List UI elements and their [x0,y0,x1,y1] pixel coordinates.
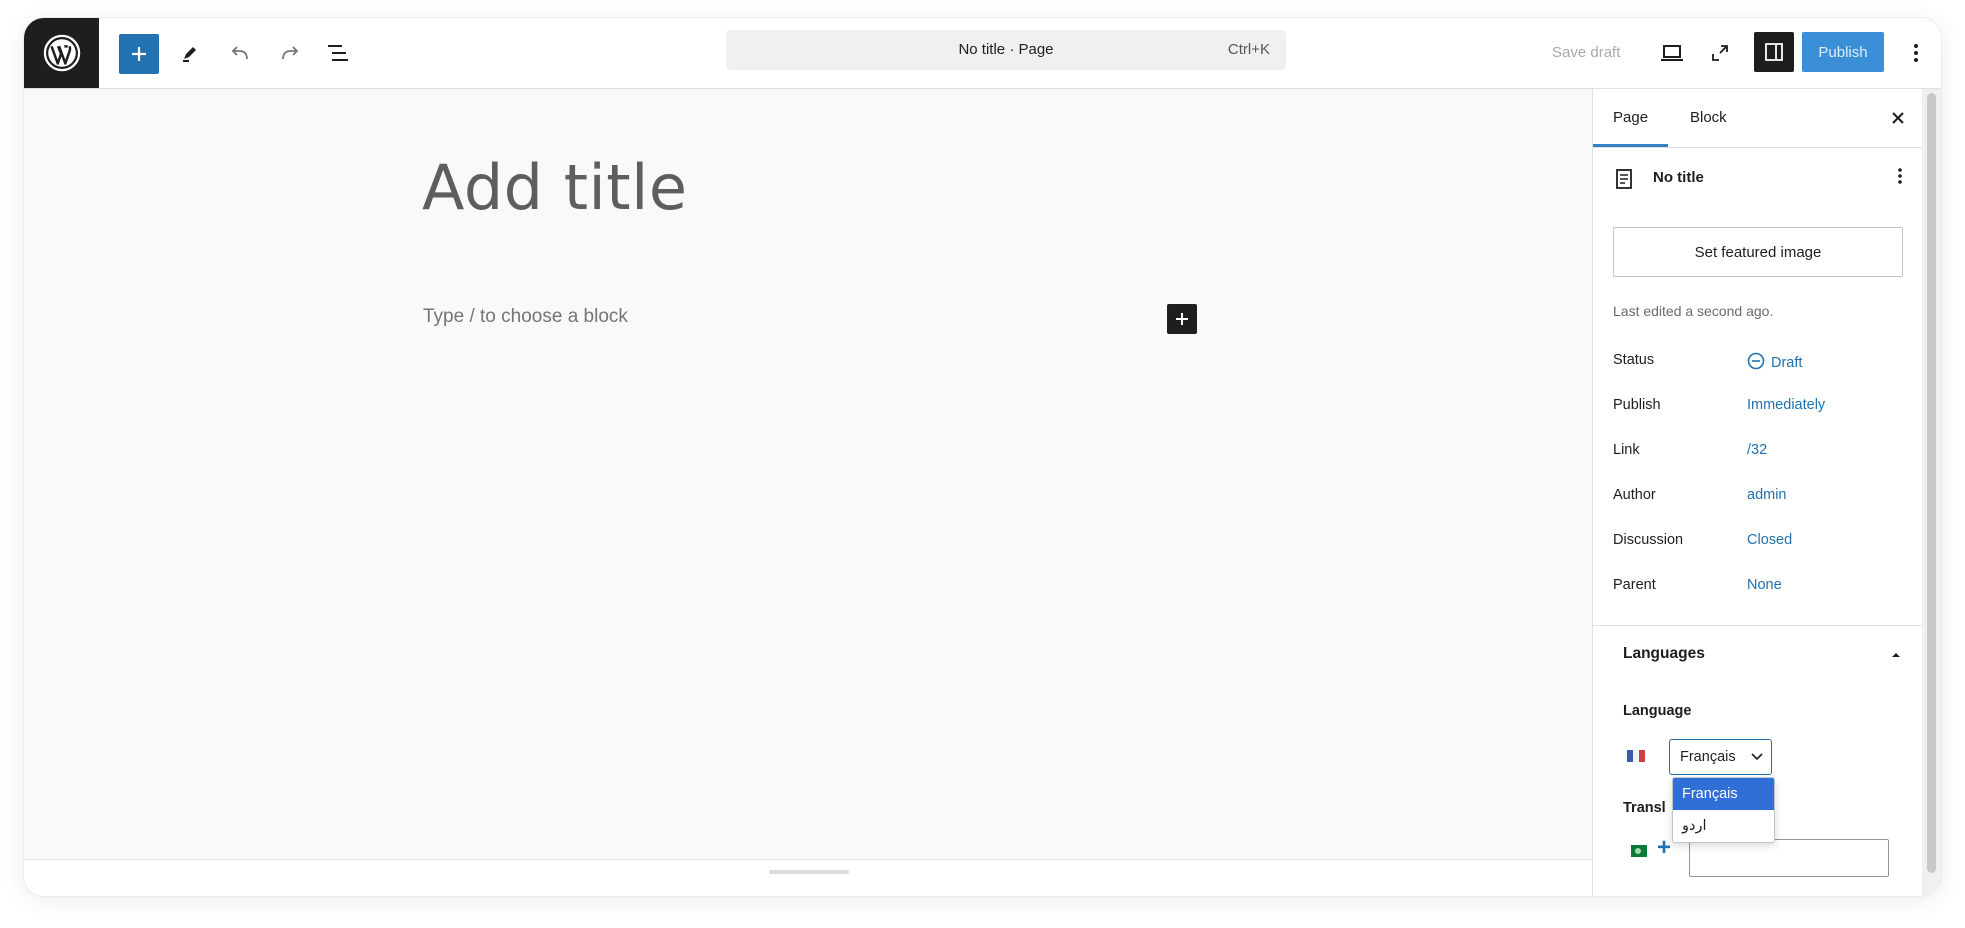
block-placeholder[interactable]: Type / to choose a block [423,306,628,328]
urdu-flag-icon [1631,845,1647,857]
parent-value[interactable]: None [1747,577,1782,593]
inline-add-block-button[interactable] [1167,304,1197,334]
document-summary: No title [1613,167,1903,191]
undo-button[interactable] [220,33,260,73]
document-title-label: No title [1653,169,1704,186]
status-row: Status Draft [1613,349,1903,373]
discussion-value[interactable]: Closed [1747,532,1792,548]
french-flag-icon [1627,750,1645,762]
link-label: Link [1613,442,1640,458]
sidebar-divider [1593,625,1923,626]
language-select[interactable]: Français [1669,739,1772,775]
tools-button[interactable] [170,33,210,73]
settings-toggle-button[interactable] [1754,32,1794,72]
sidebar-scrollbar[interactable] [1922,89,1941,896]
external-link-icon [1712,45,1728,61]
option-urdu[interactable]: اردو [1673,810,1774,842]
status-value[interactable]: Draft [1747,352,1802,371]
status-label: Status [1613,352,1655,368]
status-value-text: Draft [1771,355,1803,371]
redo-icon [282,46,299,60]
options-menu-button[interactable] [1896,33,1936,73]
languages-panel-toggle[interactable]: Languages [1623,645,1705,663]
preview-button[interactable] [1652,33,1692,73]
publish-value[interactable]: Immediately [1747,397,1825,413]
redo-button[interactable] [270,33,310,73]
language-dropdown: Français اردو [1672,777,1775,843]
page-icon [1616,169,1632,189]
chevron-down-icon [1751,749,1763,765]
option-francais[interactable]: Français [1673,778,1774,810]
sidebar-icon [1765,43,1783,61]
more-vertical-icon [1914,44,1918,62]
tab-page[interactable]: Page [1592,89,1669,147]
scrollbar-thumb[interactable] [1927,93,1936,873]
link-value[interactable]: /32 [1747,442,1767,458]
list-view-icon [328,45,348,61]
sidebar-tabs: Page Block [1592,89,1923,148]
document-title: No title · Page [958,41,1054,58]
parent-label: Parent [1613,577,1656,593]
draft-status-icon [1747,352,1765,370]
more-vertical-icon [1898,168,1902,184]
discussion-row: Discussion Closed [1613,529,1903,553]
language-label: Language [1623,703,1692,719]
chevron-up-icon[interactable] [1891,647,1901,661]
add-block-button[interactable] [119,34,159,74]
editor-footer [24,859,1592,896]
settings-sidebar: Page Block No title Set featured image L… [1592,89,1923,896]
desktop-icon [1661,45,1683,61]
publish-button[interactable]: Publish [1802,32,1884,72]
resize-handle[interactable] [769,870,849,874]
discussion-label: Discussion [1613,532,1684,548]
title-input[interactable]: Add title [422,151,687,224]
last-edited-text: Last edited a second ago. [1613,303,1774,319]
list-view-button[interactable] [318,33,358,73]
top-toolbar: No title · Page Ctrl+K Save draft Publis… [24,18,1941,89]
set-featured-image-button[interactable]: Set featured image [1613,227,1903,277]
link-row: Link /32 [1613,439,1903,463]
publish-label: Publish [1613,397,1661,413]
translation-input[interactable] [1689,839,1889,877]
command-palette-button[interactable]: No title · Page Ctrl+K [726,30,1286,70]
translations-label: Transl [1623,800,1666,816]
plus-icon [132,47,146,61]
document-actions-button[interactable] [1897,167,1903,190]
author-label: Author [1613,487,1656,503]
language-select-value: Français [1680,749,1736,765]
close-icon [1892,112,1904,124]
parent-row: Parent None [1613,574,1903,598]
editor-canvas[interactable]: Add title Type / to choose a block [24,89,1592,859]
view-post-button[interactable] [1700,33,1740,73]
author-row: Author admin [1613,484,1903,508]
add-translation-button[interactable]: + [1657,834,1671,862]
save-draft-button[interactable]: Save draft [1552,18,1620,88]
tab-block[interactable]: Block [1690,89,1727,147]
plus-icon [1176,313,1188,325]
undo-icon [231,46,248,60]
command-shortcut: Ctrl+K [1227,41,1270,58]
editor-window: No title · Page Ctrl+K Save draft Publis… [24,18,1941,896]
publish-row: Publish Immediately [1613,394,1903,418]
wordpress-logo-icon[interactable] [24,18,99,88]
close-sidebar-button[interactable] [1885,105,1911,131]
author-value[interactable]: admin [1747,487,1787,503]
pencil-icon [183,47,196,62]
